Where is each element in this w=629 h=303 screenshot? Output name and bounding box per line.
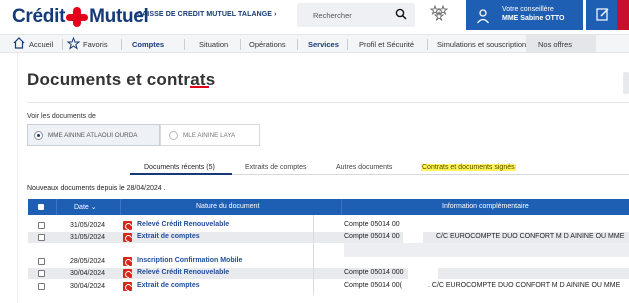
main-nav: Accueil Favoris Comptes Situation Opérat… (0, 34, 629, 53)
title-underline (190, 86, 209, 88)
new-documents-since: Nouveaux documents depuis le 28/04/2024 … (27, 185, 166, 192)
active-tab-indicator (130, 173, 232, 175)
pdf-icon[interactable] (123, 233, 132, 242)
table-header: Date ⌄ Nature du document Information co… (28, 199, 629, 215)
search-icon[interactable] (395, 8, 407, 20)
radio-selected[interactable] (34, 131, 43, 140)
row-date: 28/05/2024 (70, 258, 106, 265)
person-option-ourda[interactable]: MME AININE ATLAOUI OURDA (27, 124, 160, 146)
pdf-icon[interactable] (123, 257, 132, 266)
row-info: Compte 05014 00 (344, 221, 400, 228)
person-option-laya[interactable]: MLE AININE LAYA (160, 124, 260, 146)
nav-item-comptes[interactable]: Comptes (132, 40, 164, 49)
radio-unselected[interactable] (169, 131, 178, 140)
row-info: Compte 05014 00 (344, 233, 400, 240)
row-checkbox[interactable] (38, 283, 45, 290)
row-info: Compte 05014 000 (344, 269, 404, 276)
row-nature-link[interactable]: Extrait de comptes (137, 233, 200, 240)
row-date: 30/04/2024 (70, 283, 106, 290)
tab-contrats-signes[interactable]: Contrats et documents signés (421, 164, 516, 171)
row-checkbox[interactable] (38, 258, 45, 265)
row-nature-link[interactable]: Extrait de comptes (137, 282, 200, 289)
home-icon[interactable] (12, 36, 26, 50)
person-label: MME AININE ATLAOUI OURDA (48, 132, 138, 139)
nav-item-favoris[interactable]: Favoris (83, 40, 108, 49)
row-info-detail: . C/C EUROCOMPTE DUO CONFORT M D AININE … (428, 282, 621, 289)
brand-name-part1: Crédit (12, 6, 66, 27)
row-nature-link[interactable]: Relevé Crédit Renouvelable (137, 269, 229, 276)
nav-item-nos-offres[interactable]: Nos offres (538, 40, 572, 49)
table-row[interactable]: 30/04/2024 Extrait de comptes Compte 050… (28, 281, 629, 292)
top-header: Crédit Mutuel CAISSE DE CREDIT MUTUEL TA… (0, 0, 629, 34)
star-icon[interactable] (67, 37, 80, 50)
table-row[interactable]: 31/05/2024 Relevé Crédit Renouvelable Co… (28, 220, 629, 231)
credit-mutuel-logo[interactable]: Crédit Mutuel (12, 6, 149, 28)
nav-item-situation[interactable]: Situation (199, 40, 228, 49)
tab-documents-recents[interactable]: Documents récents (5) (144, 164, 215, 171)
stars-icon[interactable] (430, 5, 448, 21)
bank-branch-link[interactable]: CAISSE DE CREDIT MUTUEL TALANGE › (137, 11, 277, 18)
tab-extraits-comptes[interactable]: Extraits de comptes (245, 164, 306, 171)
edit-icon (596, 8, 609, 21)
row-date: 31/05/2024 (70, 234, 106, 241)
scrollbar[interactable] (623, 72, 629, 94)
nav-item-accueil[interactable]: Accueil (29, 40, 53, 49)
table-row[interactable]: 30/04/2024 Relevé Crédit Renouvelable Co… (28, 268, 629, 279)
column-header-info: Information complémentaire (442, 203, 529, 210)
brand-cross-icon (66, 7, 89, 27)
person-label: MLE AININE LAYA (183, 132, 236, 139)
advisor-button[interactable]: Votre conseillère MME Sabine OTTO (466, 0, 583, 30)
nav-item-profil-securite[interactable]: Profil et Sécurité (359, 40, 414, 49)
page-title: Documents et contrats (27, 70, 216, 89)
row-spacer (28, 243, 629, 257)
nav-item-simulations[interactable]: Simulations et souscriptions (437, 40, 530, 49)
column-header-nature: Nature du document (196, 203, 260, 210)
row-checkbox[interactable] (38, 222, 45, 229)
person-icon (476, 9, 490, 24)
pdf-icon[interactable] (123, 282, 132, 291)
pdf-icon[interactable] (123, 221, 132, 230)
search-placeholder: Rechercher (313, 11, 352, 20)
pdf-icon[interactable] (123, 269, 132, 278)
nav-item-services[interactable]: Services (308, 40, 339, 49)
tab-autres-documents[interactable]: Autres documents (336, 164, 392, 171)
row-date: 30/04/2024 (70, 270, 106, 277)
column-divider (313, 215, 314, 295)
column-header-date[interactable]: Date ⌄ (74, 203, 97, 211)
table-row[interactable]: 28/05/2024 Inscription Confirmation Mobi… (28, 256, 629, 267)
table-row[interactable]: 31/05/2024 Extrait de comptes Compte 050… (28, 232, 629, 243)
message-button[interactable] (585, 0, 617, 30)
nav-item-operations[interactable]: Opérations (249, 40, 286, 49)
row-date: 31/05/2024 (70, 222, 106, 229)
row-checkbox[interactable] (38, 234, 45, 241)
row-nature-link[interactable]: Inscription Confirmation Mobile (137, 257, 242, 264)
logout-button[interactable] (617, 0, 629, 30)
advisor-label: Votre conseillère (502, 6, 554, 13)
row-checkbox[interactable] (38, 270, 45, 277)
row-info: Compte 05014 00( (344, 282, 402, 289)
divider (27, 102, 629, 103)
voir-documents-label: Voir les documents de (27, 113, 96, 120)
row-info-detail: C/C EUROCOMPTE DUO CONFORT M D AININE OU… (436, 233, 625, 240)
advisor-name: MME Sabine OTTO (502, 15, 565, 22)
row-nature-link[interactable]: Relevé Crédit Renouvelable (137, 221, 229, 228)
search-field[interactable]: Rechercher (297, 3, 415, 27)
select-all-checkbox[interactable] (38, 204, 44, 210)
